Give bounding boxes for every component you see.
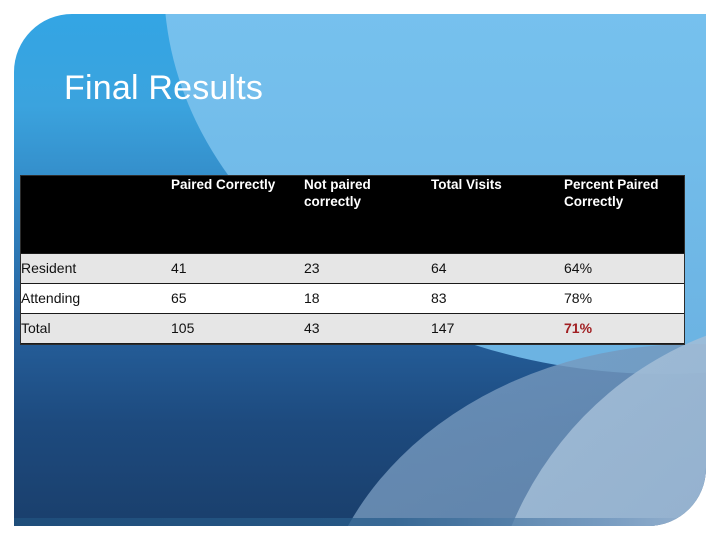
- table-header-row: Paired Correctly Not paired correctly To…: [21, 176, 684, 254]
- column-header-total-visits: Total Visits: [431, 177, 502, 192]
- cell-total-not-paired: 43: [304, 313, 431, 344]
- cell-resident-total-visits: 64: [431, 253, 564, 284]
- cell-resident-paired: 41: [171, 253, 304, 284]
- table-body: Resident 41 23 64 64% Attending 65 18 83…: [21, 253, 684, 344]
- table-row: Total 105 43 147 71%: [21, 313, 684, 344]
- table-header: Paired Correctly Not paired correctly To…: [21, 176, 684, 254]
- slide-canvas: Final Results Paired Correctly Not paire…: [0, 0, 720, 540]
- cell-attending-percent: 78%: [564, 283, 684, 314]
- column-header-not-paired: Not paired correctly: [304, 177, 371, 209]
- row-label-resident: Resident: [21, 253, 171, 284]
- column-header-group: [21, 176, 171, 254]
- cell-resident-not-paired: 23: [304, 253, 431, 284]
- column-header-percent-paired: Percent Paired Correctly: [564, 177, 659, 209]
- cell-attending-total-visits: 83: [431, 283, 564, 314]
- row-label-attending: Attending: [21, 283, 171, 314]
- cell-attending-not-paired: 18: [304, 283, 431, 314]
- results-table: Paired Correctly Not paired correctly To…: [21, 176, 684, 344]
- table-row: Attending 65 18 83 78%: [21, 283, 684, 314]
- cell-total-percent: 71%: [564, 313, 684, 344]
- cell-attending-paired: 65: [171, 283, 304, 314]
- row-label-total: Total: [21, 313, 171, 344]
- table-row: Resident 41 23 64 64%: [21, 253, 684, 284]
- cell-total-paired: 105: [171, 313, 304, 344]
- cell-resident-percent: 64%: [564, 253, 684, 284]
- cell-total-total-visits: 147: [431, 313, 564, 344]
- slide-title: Final Results: [64, 69, 264, 107]
- column-header-paired-correctly: Paired Correctly: [171, 177, 276, 192]
- background-bottom-rim: [14, 518, 706, 526]
